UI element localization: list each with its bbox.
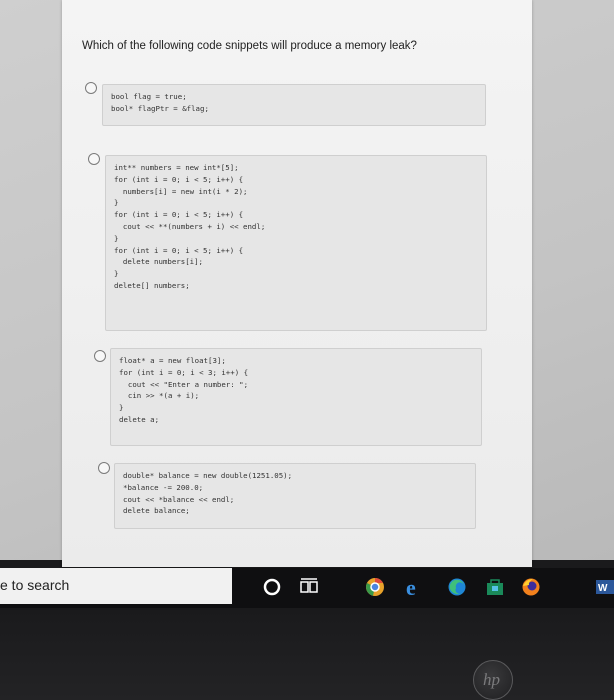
firefox-icon[interactable]	[520, 576, 542, 598]
option-2-radio[interactable]	[88, 153, 100, 165]
option-1-code: bool flag = true; bool* flagPtr = &flag;	[111, 92, 209, 113]
edge-chromium-icon[interactable]	[446, 576, 468, 598]
quiz-page: Which of the following code snippets wil…	[62, 0, 532, 567]
word-icon[interactable]: W	[594, 576, 614, 598]
hp-logo-text: hp	[483, 670, 500, 689]
laptop-bezel	[0, 608, 614, 700]
store-icon[interactable]	[484, 576, 506, 598]
svg-text:W: W	[598, 583, 608, 594]
taskbar: e to search e W	[0, 568, 614, 608]
option-4-code: double* balance = new double(1251.05); *…	[123, 471, 293, 516]
question-text: Which of the following code snippets wil…	[82, 40, 417, 52]
option-3-code: float* a = new float[3]; for (int i = 0;…	[119, 356, 249, 424]
option-1-code-box: bool flag = true; bool* flagPtr = &flag;	[102, 84, 486, 126]
taskbar-search-text: e to search	[0, 577, 70, 593]
option-2-code: int** numbers = new int*[5]; for (int i …	[114, 163, 266, 290]
screen: Which of the following code snippets wil…	[0, 0, 614, 567]
hp-logo: hp	[473, 660, 513, 700]
option-1-radio[interactable]	[85, 82, 97, 94]
task-view-icon[interactable]	[298, 576, 320, 598]
option-2-code-box: int** numbers = new int*[5]; for (int i …	[105, 155, 487, 331]
option-4-code-box: double* balance = new double(1251.05); *…	[114, 463, 476, 529]
taskbar-search-box[interactable]: e to search	[0, 568, 232, 604]
svg-text:e: e	[406, 576, 416, 598]
option-4-radio[interactable]	[98, 462, 110, 474]
edge-icon[interactable]: e	[404, 576, 426, 598]
chrome-icon[interactable]	[364, 576, 386, 598]
option-3-code-box: float* a = new float[3]; for (int i = 0;…	[110, 348, 482, 446]
cortana-icon[interactable]	[261, 576, 283, 598]
option-3-radio[interactable]	[94, 350, 106, 362]
